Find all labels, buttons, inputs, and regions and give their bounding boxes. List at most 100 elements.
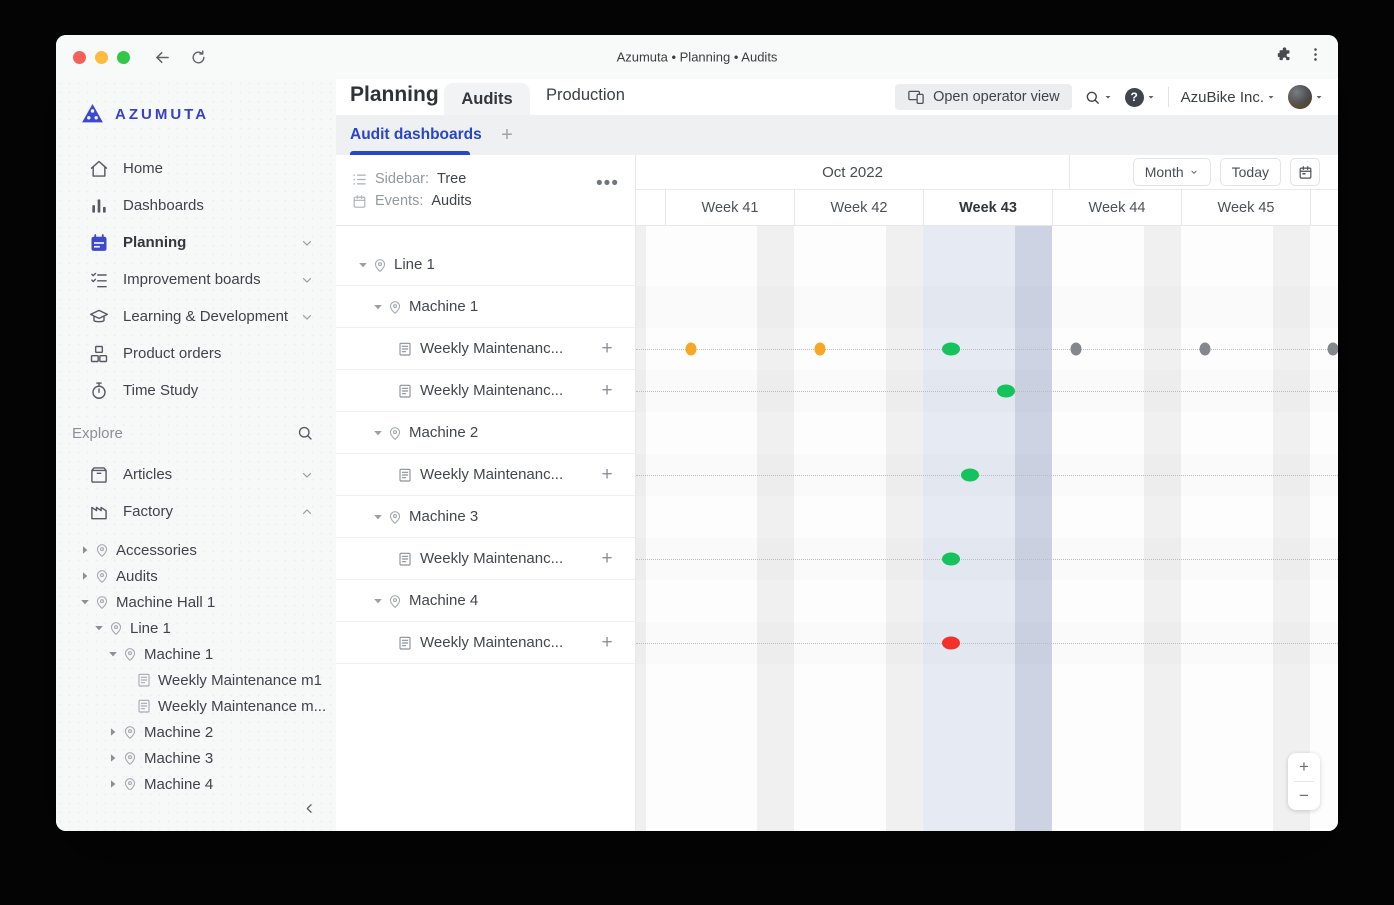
sidebar-item-home[interactable]: Home xyxy=(56,150,336,187)
tree-item-weekly-maintenance-m-[interactable]: Weekly Maintenance m... xyxy=(56,693,336,719)
azumuta-logo-text: AZUMUTA xyxy=(115,106,209,123)
caret-down-icon[interactable] xyxy=(371,300,385,314)
audit-event-dot-gray[interactable] xyxy=(1200,343,1211,356)
gantt-row-line-1[interactable]: Line 1 xyxy=(336,244,635,286)
close-window-button[interactable] xyxy=(73,51,86,64)
caret-right-icon[interactable] xyxy=(78,543,92,557)
search-icon[interactable] xyxy=(296,424,314,442)
sidebar-collapse-chevron-icon[interactable] xyxy=(298,797,320,819)
caret-down-icon[interactable] xyxy=(78,595,92,609)
add-event-button[interactable]: + xyxy=(597,465,617,485)
sidebar-item-factory[interactable]: Factory xyxy=(56,493,336,530)
gantt-row-machine-1[interactable]: Machine 1 xyxy=(336,286,635,328)
date-picker-button[interactable] xyxy=(1290,158,1320,186)
pin-icon xyxy=(108,620,124,636)
azumuta-logo-icon xyxy=(80,102,105,126)
add-dashboard-button[interactable]: + xyxy=(496,124,518,146)
caret-down-icon[interactable] xyxy=(371,510,385,524)
tab-production[interactable]: Production xyxy=(546,86,625,105)
explore-search-row[interactable]: Explore xyxy=(56,415,336,451)
event-row-guide-line xyxy=(636,475,1338,476)
caret-right-icon[interactable] xyxy=(106,777,120,790)
gantt-row-machine-3[interactable]: Machine 3 xyxy=(336,496,635,538)
gantt-event-row-weekly-maintenanc-[interactable]: Weekly Maintenanc...+ xyxy=(336,538,635,580)
tree-item-line-1[interactable]: Line 1 xyxy=(56,615,336,641)
audit-event-dot-orange[interactable] xyxy=(686,343,697,356)
add-event-button[interactable]: + xyxy=(597,339,617,359)
caret-down-icon[interactable] xyxy=(371,426,385,440)
back-icon[interactable] xyxy=(149,44,175,70)
devices-icon xyxy=(907,88,925,106)
tree-item-audits[interactable]: Audits xyxy=(56,563,336,589)
audit-event-dot-green[interactable] xyxy=(961,469,979,482)
dashboard-tabs-strip: Audit dashboards + xyxy=(336,115,1338,155)
sidebar-item-time-study[interactable]: Time Study xyxy=(56,372,336,409)
organization-dropdown[interactable]: AzuBike Inc. xyxy=(1181,89,1276,106)
audit-event-dot-gray[interactable] xyxy=(1328,343,1339,356)
today-label: Today xyxy=(1232,164,1269,180)
caret-right-icon[interactable] xyxy=(106,751,120,765)
sidebar-item-dashboards[interactable]: Dashboards xyxy=(56,187,336,224)
gantt-row-machine-4[interactable]: Machine 4 xyxy=(336,580,635,622)
fullscreen-window-button[interactable] xyxy=(117,51,130,64)
tree-item-machine-hall-1[interactable]: Machine Hall 1 xyxy=(56,589,336,615)
caret-down-icon[interactable] xyxy=(92,621,106,635)
caret-down-icon[interactable] xyxy=(106,647,120,661)
audit-event-dot-green[interactable] xyxy=(997,385,1015,398)
azumuta-logo[interactable]: AZUMUTA xyxy=(56,79,336,135)
caret-down-icon[interactable] xyxy=(371,594,385,608)
zoom-in-button[interactable]: + xyxy=(1288,753,1320,781)
zoom-level-select[interactable]: Month xyxy=(1133,158,1211,186)
tab-planning[interactable]: Planning xyxy=(350,83,439,107)
today-button[interactable]: Today xyxy=(1220,158,1281,186)
gantt-event-row-weekly-maintenanc-[interactable]: Weekly Maintenanc...+ xyxy=(336,454,635,496)
audit-event-dot-red[interactable] xyxy=(942,637,960,650)
sidebar-item-articles[interactable]: Articles xyxy=(56,456,336,493)
pin-icon xyxy=(94,542,110,558)
audit-event-dot-gray[interactable] xyxy=(1071,343,1082,356)
global-search-dropdown[interactable] xyxy=(1084,89,1113,106)
help-dropdown[interactable]: ? xyxy=(1125,88,1156,107)
chevron-down-icon xyxy=(1189,167,1199,177)
app-sidebar: AZUMUTA HomeDashboards Planning Improvemen… xyxy=(56,79,336,831)
tab-audits[interactable]: Audits xyxy=(444,83,530,115)
user-menu[interactable] xyxy=(1288,85,1324,109)
tree-item-accessories[interactable]: Accessories xyxy=(56,537,336,563)
tab-audit-dashboards[interactable]: Audit dashboards xyxy=(350,115,482,155)
sidebar-item-product-orders[interactable]: Product orders xyxy=(56,335,336,372)
organization-name: AzuBike Inc. xyxy=(1181,89,1264,106)
chevron-down-icon xyxy=(1103,92,1113,102)
extensions-puzzle-icon[interactable] xyxy=(1276,46,1293,68)
audit-event-dot-green[interactable] xyxy=(942,343,960,356)
refresh-icon[interactable] xyxy=(185,44,211,70)
pin-icon xyxy=(387,299,403,315)
gantt-row-machine-2[interactable]: Machine 2 xyxy=(336,412,635,454)
tree-item-machine-2[interactable]: Machine 2 xyxy=(56,719,336,745)
gantt-event-row-weekly-maintenanc-[interactable]: Weekly Maintenanc...+ xyxy=(336,622,635,664)
add-event-button[interactable]: + xyxy=(597,549,617,569)
caret-right-icon[interactable] xyxy=(106,725,120,739)
sidebar-item-planning[interactable]: Planning xyxy=(56,224,336,261)
add-event-button[interactable]: + xyxy=(597,381,617,401)
minimize-window-button[interactable] xyxy=(95,51,108,64)
sidebar-item-improvement-boards[interactable]: Improvement boards xyxy=(56,261,336,298)
audit-event-dot-green[interactable] xyxy=(942,553,960,566)
add-event-button[interactable]: + xyxy=(597,633,617,653)
browser-menu-kebab-icon[interactable] xyxy=(1307,46,1324,68)
gantt-event-row-weekly-maintenanc-[interactable]: Weekly Maintenanc...+ xyxy=(336,370,635,412)
audit-event-dot-orange[interactable] xyxy=(815,343,826,356)
gantt-event-row-weekly-maintenanc-[interactable]: Weekly Maintenanc...+ xyxy=(336,328,635,370)
sidebar-item-label: Planning xyxy=(123,234,300,251)
gantt-row-label: Machine 1 xyxy=(409,298,478,315)
panel-ellipsis-menu[interactable]: ••• xyxy=(596,173,619,195)
caret-down-icon[interactable] xyxy=(356,258,370,272)
tree-item-machine-1[interactable]: Machine 1 xyxy=(56,641,336,667)
open-operator-view-button[interactable]: Open operator view xyxy=(895,84,1072,110)
tree-item-machine-4[interactable]: Machine 4 xyxy=(56,771,336,790)
caret-right-icon[interactable] xyxy=(78,569,92,583)
tree-item-weekly-maintenance-m1[interactable]: Weekly Maintenance m1 xyxy=(56,667,336,693)
sidebar-item-learning-development[interactable]: Learning & Development xyxy=(56,298,336,335)
tree-item-label: Line 1 xyxy=(130,620,171,637)
tree-item-machine-3[interactable]: Machine 3 xyxy=(56,745,336,771)
zoom-out-button[interactable]: − xyxy=(1288,782,1320,810)
